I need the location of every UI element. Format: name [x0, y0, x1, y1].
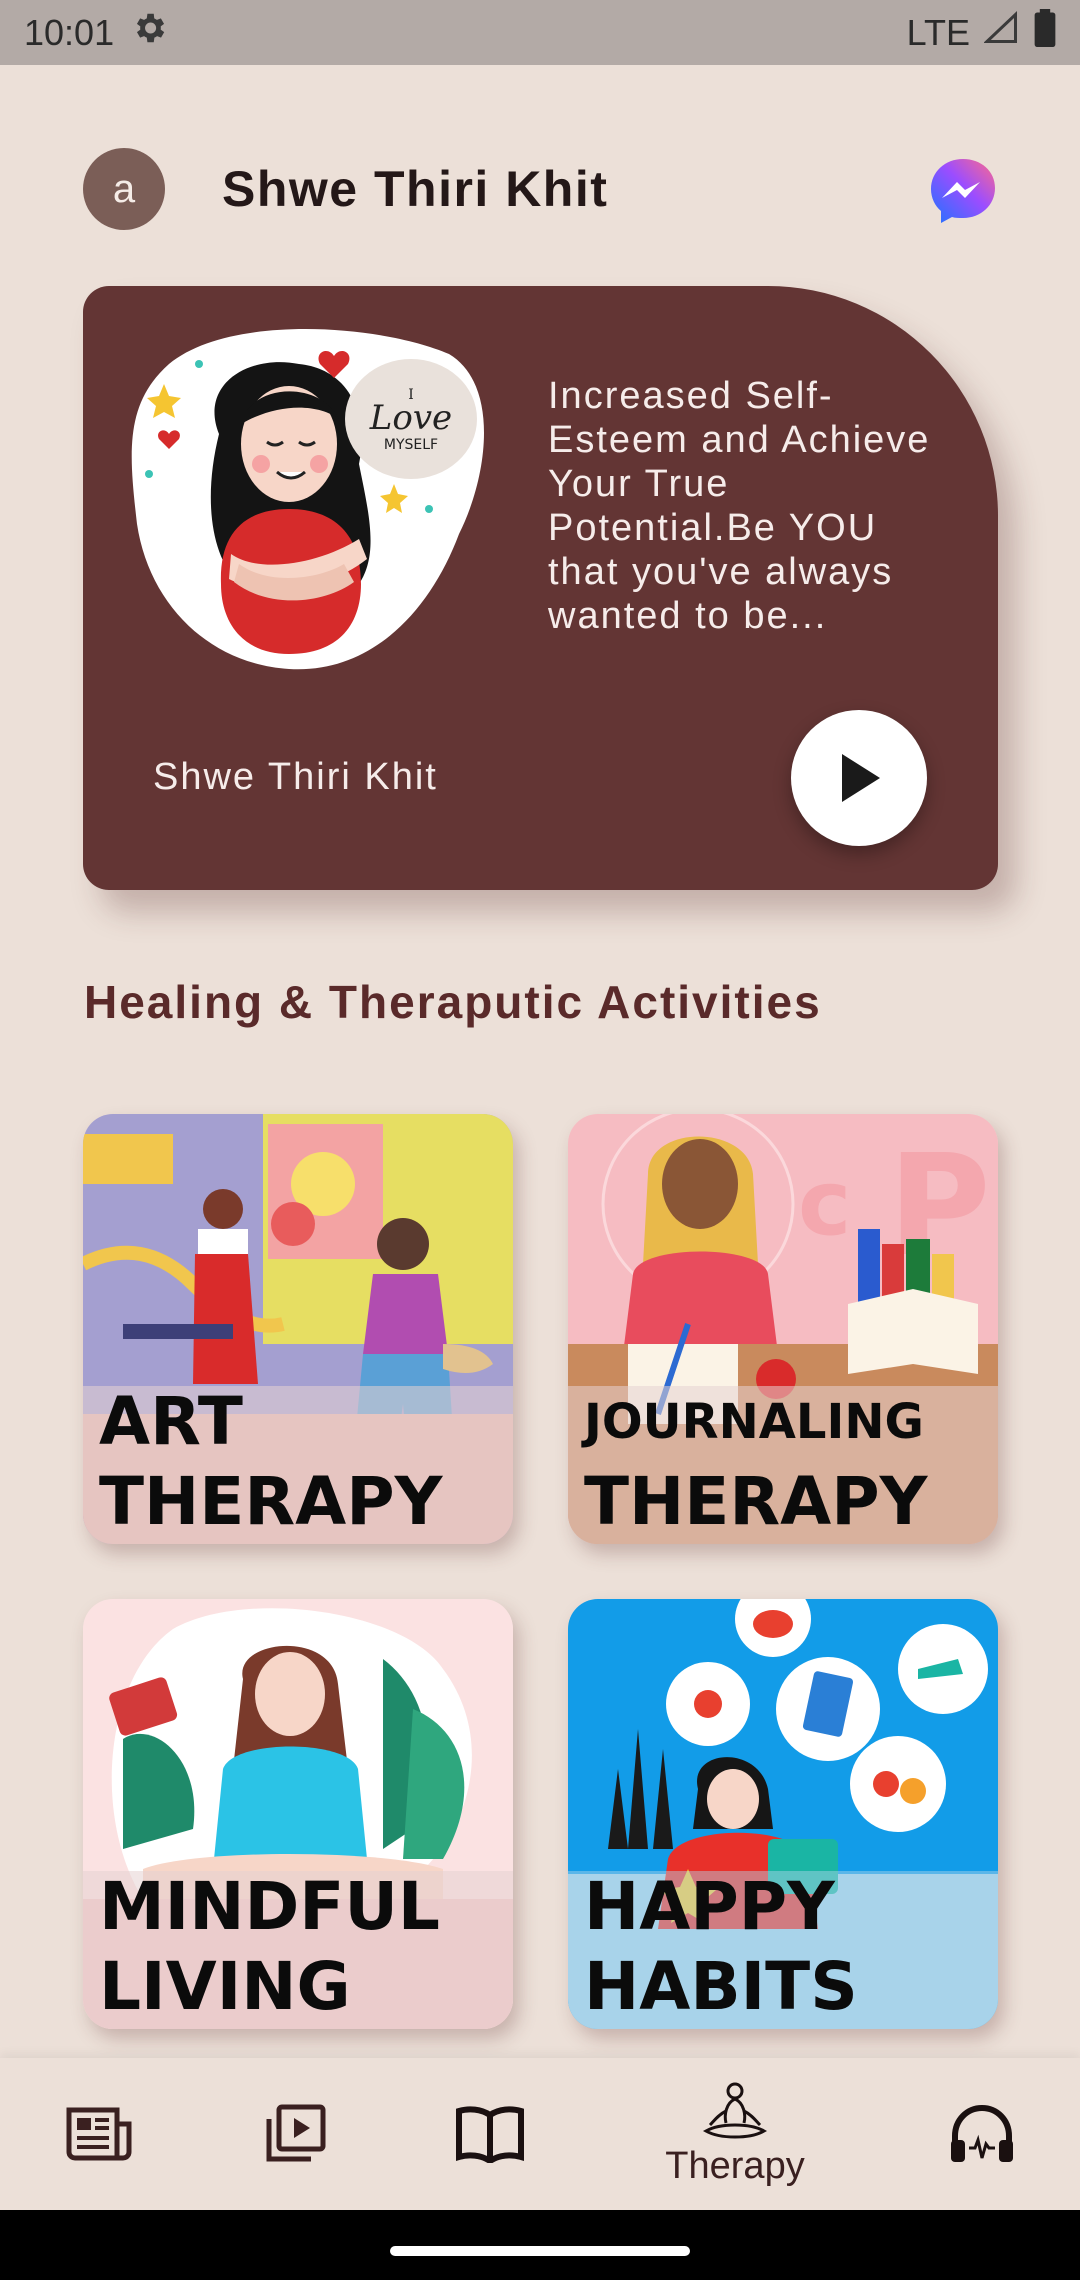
network-label: LTE — [906, 11, 970, 53]
book-icon — [456, 2106, 524, 2163]
avatar[interactable]: a — [83, 148, 165, 230]
status-bar: 10:01 LTE — [0, 0, 1080, 65]
featured-description: Increased Self-Esteem and Achieve Your T… — [548, 375, 931, 637]
tile-label: ART THERAPY — [99, 1382, 442, 1542]
nav-item-news[interactable] — [55, 2058, 145, 2210]
status-time: 10:01 — [24, 11, 115, 53]
featured-card[interactable]: I Love MYSELF Increased Self-Esteem and … — [83, 286, 998, 890]
video-library-icon — [266, 2104, 326, 2162]
tile-label-line1: MINDFUL — [99, 1868, 440, 1945]
settings-icon — [130, 9, 168, 56]
nav-item-audio[interactable] — [937, 2058, 1027, 2210]
play-button[interactable] — [791, 710, 927, 846]
user-name: Shwe Thiri Khit — [222, 161, 609, 217]
illustration-text-love: Love — [369, 398, 452, 438]
self-love-illustration: I Love MYSELF — [131, 329, 484, 670]
nav-item-books[interactable] — [445, 2058, 535, 2210]
tile-art-therapy[interactable]: ART THERAPY — [83, 1114, 513, 1544]
tile-label: HAPPY HABITS — [584, 1867, 858, 2027]
nav-item-videos[interactable] — [250, 2058, 340, 2210]
tile-label: JOURNALING THERAPY — [584, 1382, 927, 1542]
messenger-icon[interactable] — [928, 156, 998, 226]
featured-author: Shwe Thiri Khit — [153, 756, 438, 798]
system-navigation-bar — [0, 2210, 1080, 2280]
signal-icon — [983, 10, 1020, 55]
tile-label-line2: THERAPY — [584, 1463, 928, 1540]
illustration-text-myself: MYSELF — [384, 437, 438, 453]
meditation-icon — [702, 2082, 768, 2138]
nav-item-therapy[interactable]: Therapy — [655, 2058, 815, 2210]
battery-icon — [1034, 9, 1056, 56]
tile-mindful-living[interactable]: MINDFUL LIVING — [83, 1599, 513, 2029]
tile-label: MINDFUL LIVING — [99, 1867, 440, 2027]
tile-label-line1: HAPPY — [584, 1868, 835, 1945]
play-icon — [842, 754, 880, 802]
tile-label-line1: ART — [99, 1383, 243, 1460]
tile-label-line1: JOURNALING — [584, 1394, 924, 1450]
nav-label-therapy: Therapy — [665, 2144, 805, 2187]
headphones-icon — [951, 2104, 1013, 2162]
home-gesture-handle[interactable] — [390, 2246, 690, 2256]
svg-text:c: c — [798, 1151, 851, 1256]
avatar-letter: a — [112, 166, 136, 211]
tile-happy-habits[interactable]: HAPPY HABITS — [568, 1599, 998, 2029]
bottom-navigation: Therapy — [0, 2058, 1080, 2210]
tile-journaling-therapy[interactable]: c P JOURNALING THERAPY — [568, 1114, 998, 1544]
tile-label-line2: THERAPY — [99, 1463, 443, 1540]
tile-label-line2: LIVING — [99, 1948, 351, 2025]
section-title: Healing & Theraputic Activities — [84, 976, 822, 1028]
news-icon — [66, 2107, 132, 2161]
tile-label-line2: HABITS — [584, 1948, 858, 2025]
